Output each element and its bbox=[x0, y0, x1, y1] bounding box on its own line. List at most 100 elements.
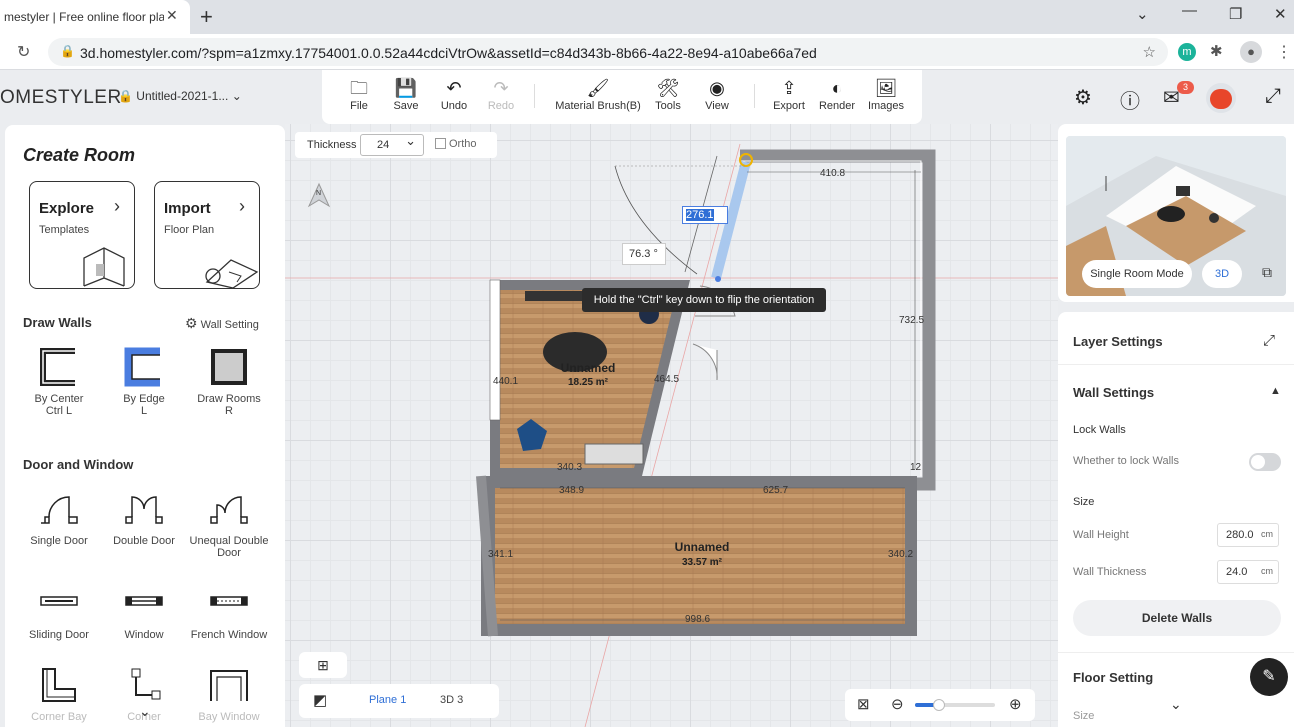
plane-selector[interactable]: Plane 1 bbox=[369, 694, 406, 706]
url-text[interactable]: 3d.homestyler.com/?spm=a1zmxy.17754001.0… bbox=[80, 45, 817, 61]
dim-label[interactable]: 348.9 bbox=[559, 485, 584, 496]
project-name-dropdown[interactable]: 🔒 Untitled-2021-1... ⌄ bbox=[118, 89, 242, 103]
chevron-down-icon[interactable]: ⌄ bbox=[1136, 5, 1149, 23]
dim-label[interactable]: 341.1 bbox=[488, 549, 513, 560]
dim-label[interactable]: 340.2 bbox=[888, 549, 913, 560]
save-button[interactable]: 💾 Save bbox=[392, 76, 420, 112]
thickness-select[interactable]: 24 bbox=[360, 133, 424, 156]
explore-templates-card[interactable]: Explore › Templates bbox=[29, 181, 135, 289]
floor-setting-heading[interactable]: Floor Setting bbox=[1073, 670, 1153, 685]
chevron-down-icon[interactable]: ⌄ bbox=[1170, 696, 1182, 713]
chat-button[interactable]: ✎ bbox=[1250, 658, 1288, 696]
close-tab-icon[interactable]: ✕ bbox=[166, 7, 178, 24]
single-door-tool[interactable]: Single Door bbox=[19, 489, 99, 547]
switch-view-icon[interactable]: ⧉ bbox=[1262, 264, 1272, 281]
by-edge-tool[interactable]: By Edge L bbox=[104, 347, 184, 417]
by-center-tool[interactable]: By Center Ctrl L bbox=[19, 347, 99, 417]
view-button[interactable]: ◉ View bbox=[702, 76, 732, 112]
sofa[interactable] bbox=[584, 443, 644, 465]
omnibox[interactable]: 🔒 3d.homestyler.com/?spm=a1zmxy.17754001… bbox=[48, 38, 1168, 66]
render-button[interactable]: ◐ Render bbox=[818, 76, 856, 112]
zoom-slider[interactable] bbox=[915, 699, 995, 711]
settings-gear-icon[interactable]: ⚙ bbox=[1074, 85, 1092, 110]
dim-label[interactable]: 732.5 bbox=[899, 315, 924, 326]
wall-settings-heading[interactable]: Wall Settings bbox=[1073, 385, 1154, 400]
file-button[interactable]: 🗀 File bbox=[346, 76, 372, 112]
zoom-slider-handle[interactable] bbox=[933, 699, 945, 711]
room-2-name[interactable]: Unnamed bbox=[675, 540, 730, 554]
collapse-triangle-icon[interactable]: ▲ bbox=[1270, 385, 1281, 397]
room-1-name[interactable]: Unnamed bbox=[561, 361, 616, 375]
corner-bay-tool[interactable]: Corner Bay bbox=[19, 665, 99, 723]
wall-length-input[interactable]: 276.1 bbox=[682, 206, 728, 224]
dim-label[interactable]: 340.3 bbox=[557, 462, 582, 473]
wall-height-input[interactable]: 280.0 cm bbox=[1217, 523, 1279, 547]
wall-setting-button[interactable]: ⚙ Wall Setting bbox=[185, 315, 259, 332]
angle-input[interactable]: 76.3 ° bbox=[622, 243, 666, 265]
french-window-tool[interactable]: French Window bbox=[189, 583, 269, 641]
avatar[interactable] bbox=[1206, 83, 1236, 113]
delete-walls-button[interactable]: Delete Walls bbox=[1073, 600, 1281, 636]
dim-label[interactable]: 998.6 bbox=[685, 614, 710, 625]
material-brush-button[interactable]: 🖌 Material Brush(B) bbox=[552, 76, 644, 112]
tools-button[interactable]: 🛠 Tools bbox=[652, 76, 684, 112]
zoom-in-icon[interactable]: ⊕ bbox=[1009, 695, 1022, 713]
dim-label[interactable]: 625.7 bbox=[763, 485, 788, 496]
extensions-puzzle-icon[interactable]: ✱ bbox=[1210, 42, 1223, 60]
view-label: View bbox=[705, 100, 729, 112]
minimize-icon[interactable]: — bbox=[1182, 2, 1197, 19]
french-window-label: French Window bbox=[190, 629, 268, 641]
reload-icon[interactable]: ↻ bbox=[17, 42, 30, 62]
lock-icon[interactable]: 🔒 bbox=[60, 44, 75, 58]
fit-view-icon[interactable]: ⊠ bbox=[857, 695, 870, 713]
draw-rooms-tool[interactable]: Draw Rooms R bbox=[189, 347, 269, 417]
redo-button[interactable]: ↷ Redo bbox=[486, 76, 516, 112]
unequal-double-door-tool[interactable]: Unequal Double Door bbox=[189, 489, 269, 559]
ortho-label: Ortho bbox=[449, 138, 477, 150]
floor-plan-canvas[interactable]: 410.8 732.5 440.1 464.5 340.3 348.9 625.… bbox=[285, 124, 1058, 727]
images-button[interactable]: 🖼 Images bbox=[866, 76, 906, 112]
sliding-door-tool[interactable]: Sliding Door bbox=[19, 583, 99, 641]
dim-label[interactable]: 440.1 bbox=[493, 376, 518, 387]
undo-button[interactable]: ↶ Undo bbox=[438, 76, 470, 112]
help-icon[interactable]: ⓘ bbox=[1120, 85, 1140, 114]
bay-window-tool[interactable]: Bay Window bbox=[189, 665, 269, 723]
floor-plan-drawing[interactable]: 410.8 732.5 440.1 464.5 340.3 348.9 625.… bbox=[285, 124, 1058, 727]
profile-icon[interactable]: ● bbox=[1240, 41, 1262, 63]
hide-plane-icon[interactable]: ◩ bbox=[313, 691, 327, 709]
room-2-floor[interactable] bbox=[495, 488, 905, 624]
dim-label[interactable]: 464.5 bbox=[654, 374, 679, 385]
double-door-tool[interactable]: Double Door bbox=[104, 489, 184, 547]
single-room-mode-button[interactable]: Single Room Mode bbox=[1082, 260, 1192, 288]
window-left[interactable] bbox=[489, 279, 501, 421]
export-button[interactable]: ⇪ Export bbox=[772, 76, 806, 112]
lock-walls-toggle[interactable] bbox=[1249, 453, 1281, 471]
zoom-bar: ⊠ ⊖ ⊕ bbox=[845, 689, 1035, 721]
dim-label[interactable]: 410.8 bbox=[820, 168, 845, 179]
extension-m-icon[interactable]: m bbox=[1178, 43, 1196, 61]
dim-label[interactable]: 12 bbox=[910, 462, 922, 473]
ortho-checkbox[interactable]: Ortho bbox=[435, 138, 477, 150]
brand-logo[interactable]: OMESTYLER bbox=[0, 87, 122, 109]
3d-selector[interactable]: 3D 3 bbox=[440, 694, 463, 706]
fullscreen-icon[interactable]: ⤢ bbox=[1265, 85, 1281, 108]
add-level-button[interactable]: ⊞ bbox=[299, 652, 347, 678]
restore-icon[interactable]: ❐ bbox=[1229, 5, 1242, 23]
browser-tab[interactable]: mestyler | Free online floor pla ✕ bbox=[0, 0, 190, 34]
wall-thickness-input[interactable]: 24.0 cm bbox=[1217, 560, 1279, 584]
new-tab-icon[interactable]: + bbox=[200, 4, 213, 30]
wall-startpoint[interactable] bbox=[715, 276, 721, 282]
double-door-label: Double Door bbox=[113, 535, 175, 547]
import-floor-plan-card[interactable]: Import › Floor Plan bbox=[154, 181, 260, 289]
window-tool[interactable]: Window bbox=[104, 583, 184, 641]
bookmark-star-icon[interactable]: ☆ bbox=[1143, 43, 1156, 61]
zoom-out-icon[interactable]: ⊖ bbox=[891, 695, 904, 713]
chevron-down-icon[interactable]: ⌄ bbox=[139, 703, 151, 720]
bay-window-icon bbox=[210, 670, 248, 701]
menu-kebab-icon[interactable]: ⋮ bbox=[1276, 42, 1292, 62]
3d-view-button[interactable]: 3D bbox=[1202, 260, 1242, 288]
expand-icon[interactable]: ⤢ bbox=[1263, 332, 1275, 349]
redo-label: Redo bbox=[487, 100, 515, 112]
close-window-icon[interactable]: ✕ bbox=[1274, 5, 1287, 23]
layer-settings-heading[interactable]: Layer Settings bbox=[1073, 334, 1163, 349]
